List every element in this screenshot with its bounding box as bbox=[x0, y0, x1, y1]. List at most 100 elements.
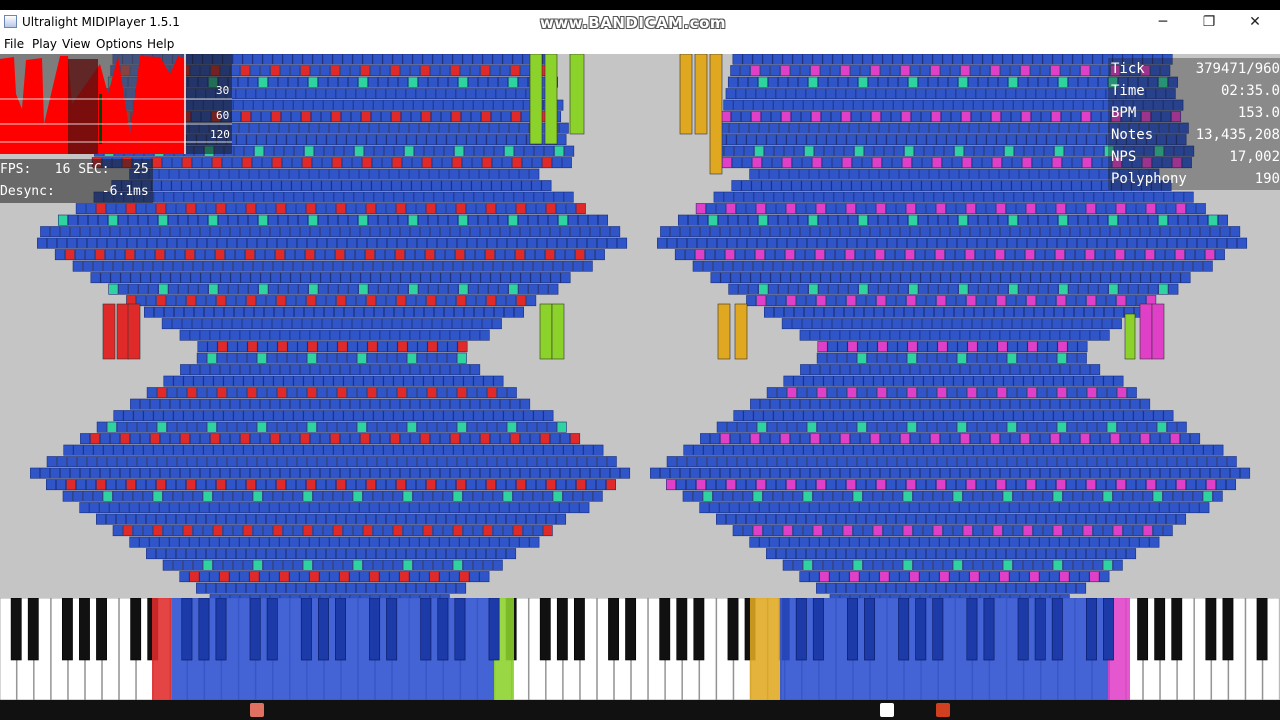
note bbox=[547, 214, 558, 226]
note bbox=[1049, 536, 1060, 548]
note bbox=[317, 341, 328, 353]
note bbox=[290, 433, 301, 445]
menu-play[interactable]: Play bbox=[32, 37, 57, 51]
note bbox=[747, 237, 758, 249]
note bbox=[936, 352, 947, 364]
taskbar-app-icon[interactable] bbox=[250, 703, 264, 717]
note bbox=[358, 283, 369, 295]
note bbox=[567, 237, 578, 249]
note bbox=[276, 456, 287, 468]
note bbox=[357, 214, 368, 226]
note bbox=[295, 203, 306, 215]
note bbox=[1041, 157, 1052, 169]
close-button[interactable]: ✕ bbox=[1232, 10, 1278, 34]
note bbox=[801, 318, 812, 330]
title-bar[interactable]: Ultralight MIDIPlayer 1.5.1 www.BANDICAM… bbox=[0, 10, 1280, 34]
note bbox=[1123, 191, 1134, 203]
note bbox=[1031, 318, 1042, 330]
note bbox=[182, 490, 193, 502]
minimize-button[interactable]: ─ bbox=[1140, 10, 1186, 34]
note bbox=[79, 502, 90, 514]
note bbox=[976, 387, 987, 399]
note bbox=[1020, 364, 1031, 376]
note bbox=[1237, 237, 1248, 249]
note bbox=[202, 525, 213, 537]
note bbox=[192, 260, 203, 272]
note bbox=[746, 295, 757, 307]
note bbox=[965, 88, 976, 100]
note bbox=[857, 341, 868, 353]
note bbox=[770, 226, 781, 238]
note bbox=[164, 306, 175, 318]
piano-keyboard[interactable] bbox=[0, 598, 1280, 700]
note bbox=[1113, 375, 1124, 387]
note bbox=[89, 502, 100, 514]
note bbox=[846, 352, 857, 364]
note bbox=[92, 490, 103, 502]
note bbox=[1026, 134, 1037, 146]
note bbox=[919, 571, 930, 583]
note bbox=[853, 191, 864, 203]
note bbox=[1070, 226, 1081, 238]
note bbox=[1042, 54, 1053, 65]
note bbox=[275, 88, 286, 100]
note bbox=[266, 548, 277, 560]
maximize-button[interactable]: ❐ bbox=[1186, 10, 1232, 34]
note bbox=[1009, 168, 1020, 180]
note bbox=[1210, 226, 1221, 238]
note bbox=[1071, 180, 1082, 192]
taskbar-app-icon[interactable] bbox=[936, 703, 950, 717]
note bbox=[1012, 525, 1023, 537]
note bbox=[887, 341, 898, 353]
menu-view[interactable]: View bbox=[62, 37, 90, 51]
note bbox=[926, 513, 937, 525]
note bbox=[1140, 272, 1151, 284]
note bbox=[804, 306, 815, 318]
note bbox=[331, 318, 342, 330]
note bbox=[326, 387, 337, 399]
note bbox=[200, 272, 211, 284]
note bbox=[963, 375, 974, 387]
note bbox=[340, 398, 351, 410]
note bbox=[320, 364, 331, 376]
stats-left-panel: FPS: 16 SEC: 25 Desync: -6.1ms bbox=[0, 159, 153, 203]
note bbox=[1077, 214, 1088, 226]
note bbox=[446, 134, 457, 146]
note bbox=[1082, 54, 1093, 65]
note bbox=[156, 421, 167, 433]
note bbox=[266, 387, 277, 399]
note bbox=[399, 329, 410, 341]
note bbox=[1126, 479, 1137, 491]
note bbox=[771, 111, 782, 123]
note bbox=[838, 283, 849, 295]
note bbox=[312, 559, 323, 571]
note bbox=[993, 99, 1004, 111]
note bbox=[1103, 444, 1114, 456]
menu-file[interactable]: File bbox=[4, 37, 24, 51]
note bbox=[452, 490, 463, 502]
note bbox=[916, 479, 927, 491]
note bbox=[322, 54, 333, 65]
note bbox=[236, 582, 247, 594]
note bbox=[859, 329, 870, 341]
note bbox=[1036, 352, 1047, 364]
note bbox=[687, 237, 698, 249]
note bbox=[1162, 260, 1173, 272]
note bbox=[773, 191, 784, 203]
note bbox=[1019, 168, 1030, 180]
note bbox=[108, 283, 119, 295]
note bbox=[781, 111, 792, 123]
note bbox=[976, 513, 987, 525]
note bbox=[936, 387, 947, 399]
taskbar-app-icon[interactable] bbox=[880, 703, 894, 717]
desync-readout: Desync: -6.1ms bbox=[0, 181, 153, 203]
note bbox=[231, 318, 242, 330]
note bbox=[817, 76, 828, 88]
note bbox=[1080, 272, 1091, 284]
note bbox=[970, 272, 981, 284]
menu-options[interactable]: Options bbox=[96, 37, 142, 51]
note bbox=[256, 479, 267, 491]
note bbox=[804, 249, 815, 261]
menu-help[interactable]: Help bbox=[147, 37, 174, 51]
note bbox=[700, 467, 711, 479]
